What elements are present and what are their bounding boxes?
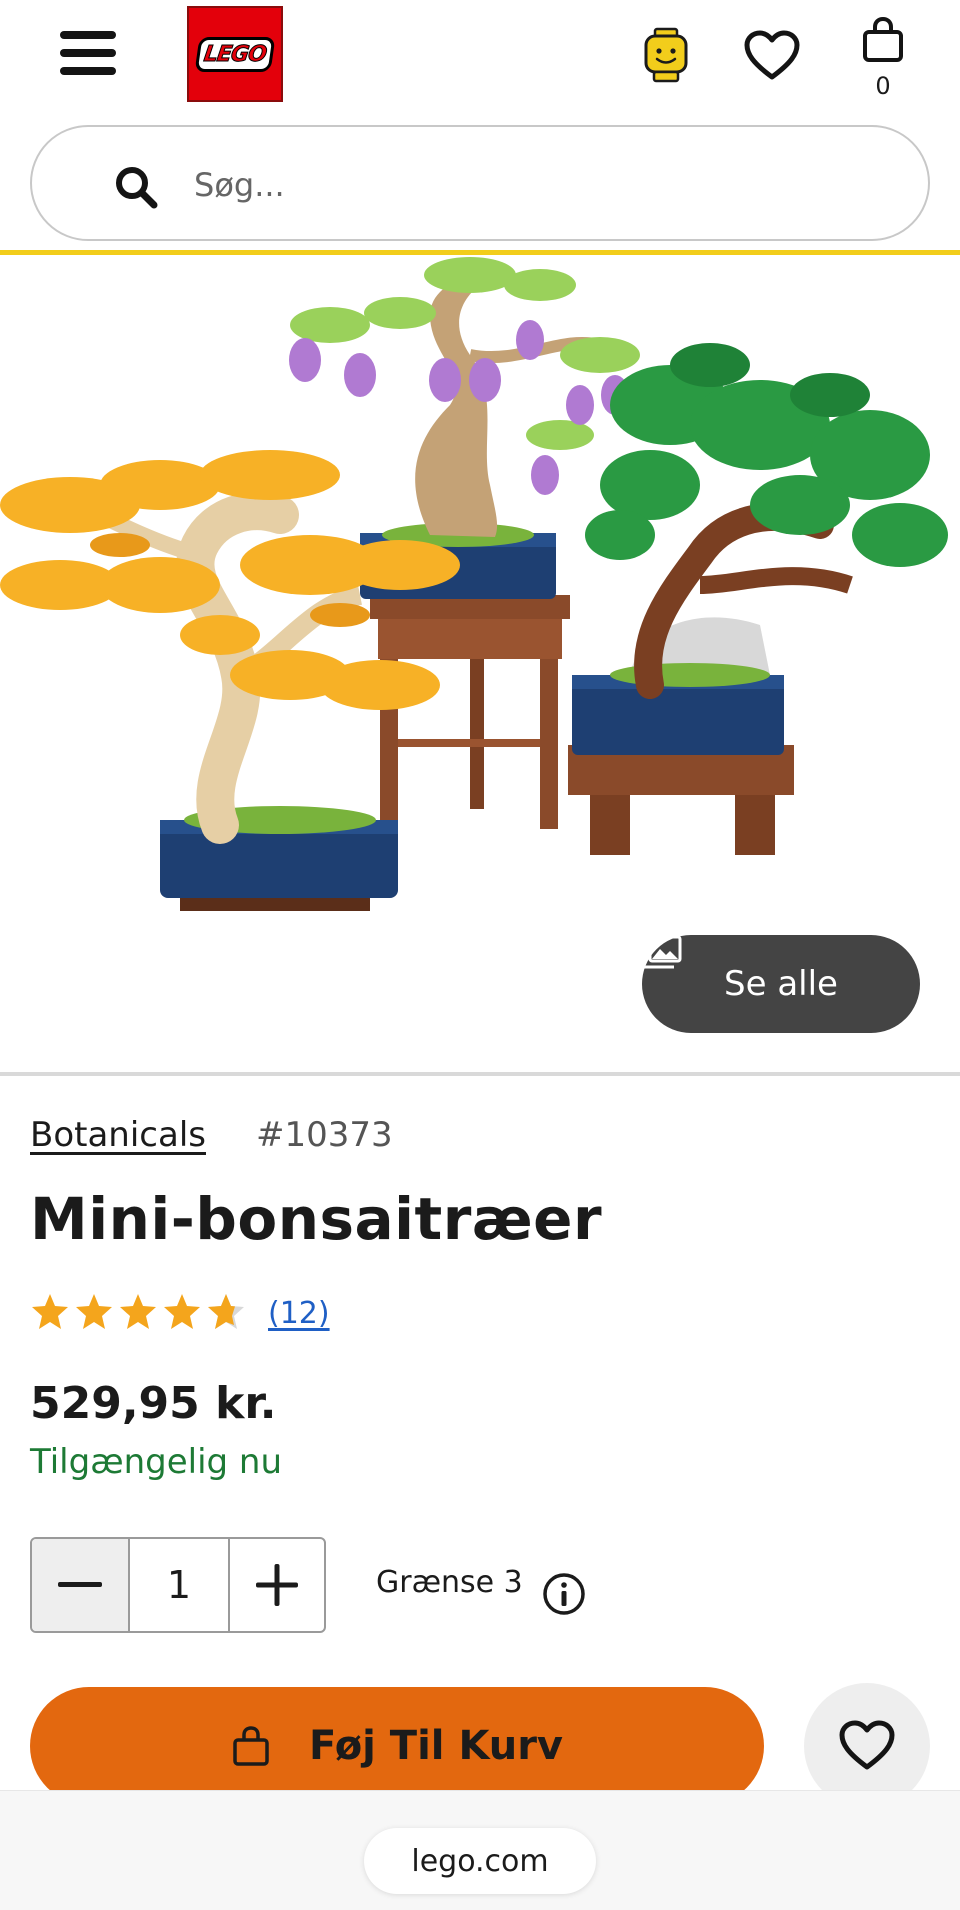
availability-status: Tilgængelig nu [30, 1442, 283, 1482]
product-title: Mini-bonsaitræer [30, 1185, 603, 1253]
search-icon [116, 167, 158, 209]
product-price: 529,95 kr. [30, 1378, 277, 1429]
url-text: lego.com [411, 1843, 549, 1879]
star-icon [76, 1294, 112, 1329]
decrease-quantity-button[interactable] [32, 1539, 130, 1631]
star-icon [32, 1294, 68, 1329]
minus-icon [58, 1582, 102, 1587]
image-gallery-icon [642, 935, 682, 969]
search-bar[interactable] [30, 125, 930, 241]
theme-link[interactable]: Botanicals [30, 1115, 206, 1155]
menu-icon[interactable] [58, 28, 118, 78]
star-icon [164, 1294, 200, 1329]
site-header: LEGO 0 [0, 0, 960, 120]
lego-logo[interactable]: LEGO [187, 6, 283, 102]
logo-text: LEGO [202, 41, 268, 67]
see-all-label: Se alle [724, 964, 838, 1004]
increase-quantity-button[interactable] [228, 1539, 324, 1631]
see-all-images-button[interactable]: Se alle [642, 935, 920, 1033]
gallery-divider [0, 1072, 960, 1076]
review-count-link[interactable]: (12) [268, 1296, 330, 1331]
product-number: #10373 [256, 1115, 393, 1155]
shopping-bag-icon [233, 1726, 269, 1766]
plus-icon [256, 1564, 298, 1606]
quantity-value[interactable]: 1 [130, 1539, 228, 1631]
star-icon [120, 1294, 156, 1329]
heart-icon [839, 1720, 895, 1770]
product-image-gallery[interactable]: Se alle [0, 255, 960, 1075]
info-icon[interactable] [542, 1572, 586, 1616]
wishlist-heart-icon[interactable] [740, 28, 804, 84]
account-minifig-icon[interactable] [638, 26, 694, 86]
quantity-limit-label: Grænse 3 [376, 1565, 523, 1600]
yellow-leaf-bonsai [0, 450, 460, 911]
browser-bottom-bar: lego.com [0, 1790, 960, 1910]
pine-bonsai [568, 343, 948, 855]
add-to-bag-button[interactable]: Føj Til Kurv [30, 1687, 764, 1805]
quantity-stepper: 1 [30, 1537, 326, 1633]
star-half-icon [208, 1294, 244, 1329]
address-bar[interactable]: lego.com [364, 1828, 596, 1894]
bag-count: 0 [875, 72, 891, 100]
shopping-bag-icon[interactable] [855, 12, 911, 68]
rating-stars[interactable] [30, 1292, 246, 1338]
add-to-bag-label: Føj Til Kurv [308, 1723, 564, 1769]
search-input[interactable] [194, 157, 874, 213]
